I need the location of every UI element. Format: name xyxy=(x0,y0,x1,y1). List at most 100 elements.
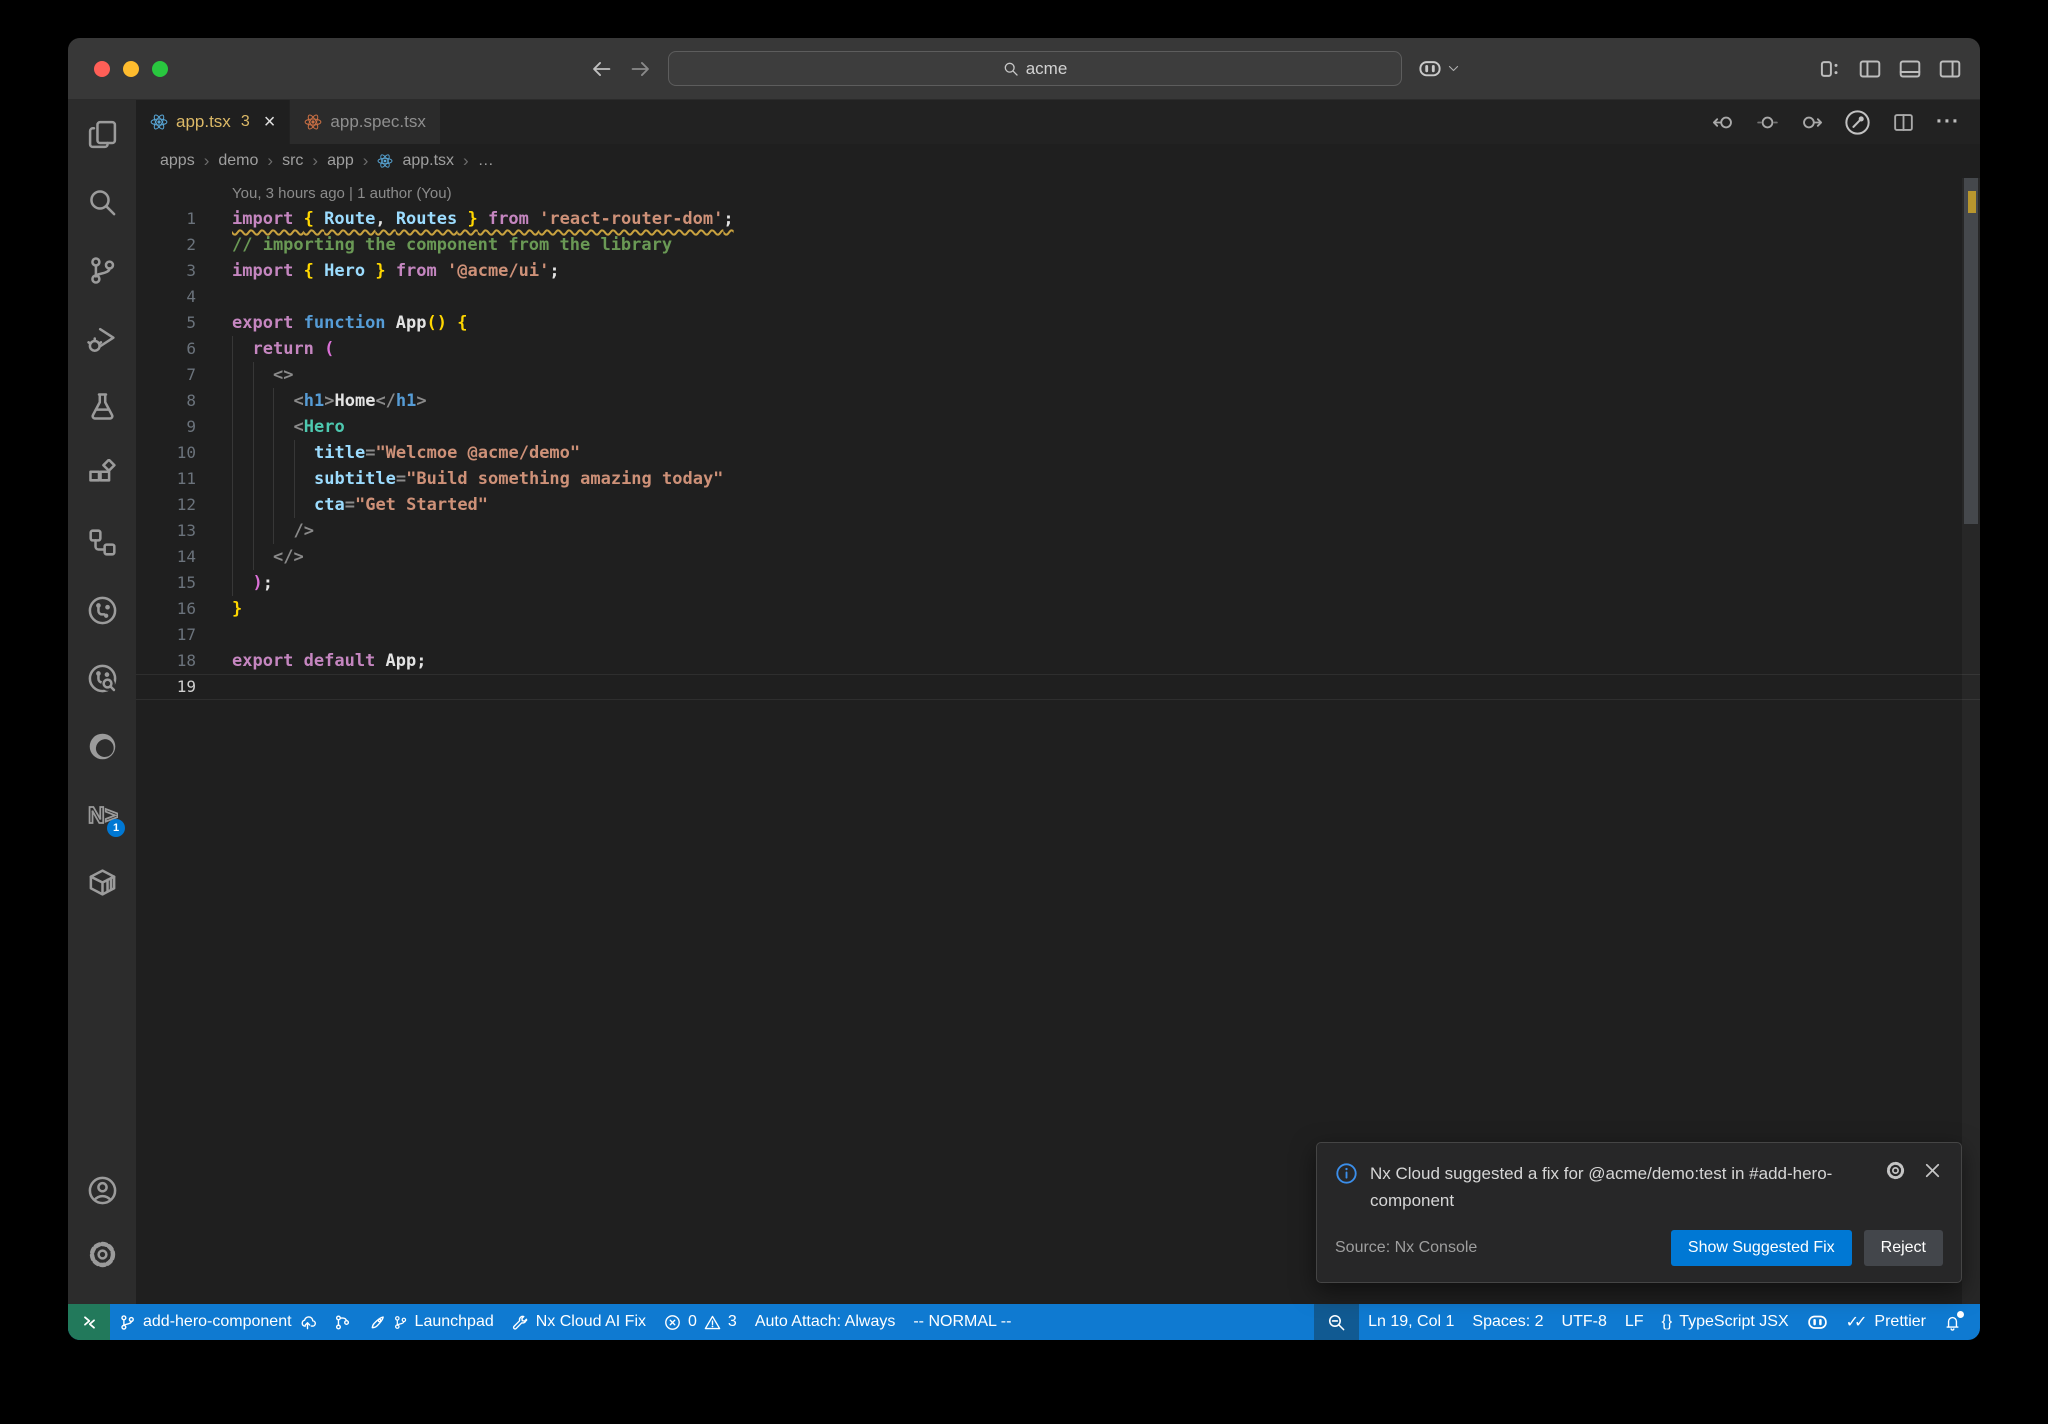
tab-app-tsx[interactable]: app.tsx 3 × xyxy=(136,100,290,144)
gear-icon[interactable] xyxy=(1885,1160,1906,1181)
activity-extensions[interactable] xyxy=(68,440,136,508)
line-number: 8 xyxy=(186,391,196,410)
tab-title: app.tsx xyxy=(176,112,231,131)
forward-arrow-icon[interactable] xyxy=(629,57,652,80)
run-target-icon[interactable] xyxy=(1844,109,1871,136)
settings-button[interactable] xyxy=(68,1222,136,1286)
package-icon xyxy=(87,867,118,898)
vim-mode-status-item[interactable]: -- NORMAL -- xyxy=(904,1304,1020,1340)
close-icon[interactable] xyxy=(1922,1160,1943,1181)
vim-mode-label: -- NORMAL -- xyxy=(913,1313,1012,1330)
more-actions-icon[interactable]: ··· xyxy=(1936,110,1960,134)
split-editor-icon[interactable] xyxy=(1892,111,1915,134)
encoding-status-item[interactable]: UTF-8 xyxy=(1553,1304,1616,1340)
code-line[interactable]: 19 xyxy=(136,674,1980,700)
previous-change-icon[interactable] xyxy=(1712,111,1735,134)
command-center-search[interactable]: acme xyxy=(668,51,1402,86)
activity-run-debug[interactable] xyxy=(68,304,136,372)
toggle-primary-sidebar-icon[interactable] xyxy=(1858,57,1882,81)
code-line[interactable]: 18 export default App; xyxy=(136,648,1980,674)
notifications-status-item[interactable] xyxy=(1935,1304,1970,1340)
files-icon xyxy=(87,119,118,150)
code-line[interactable]: 6 return ( xyxy=(136,336,1980,362)
tab-app-spec-tsx[interactable]: app.spec.tsx xyxy=(290,100,440,144)
next-change-icon[interactable] xyxy=(1800,111,1823,134)
code-editor[interactable]: You, 3 hours ago | 1 author (You) 1 impor… xyxy=(136,178,1980,1304)
code-line[interactable]: 2// importing the component from the lib… xyxy=(136,232,1980,258)
close-window-button[interactable] xyxy=(94,60,110,77)
launchpad-status-item[interactable]: Launchpad xyxy=(360,1304,503,1340)
remote-indicator[interactable] xyxy=(68,1304,110,1340)
copilot-menu[interactable] xyxy=(1418,57,1460,81)
code-line[interactable]: 17 xyxy=(136,622,1980,648)
reject-button[interactable]: Reject xyxy=(1863,1230,1943,1266)
breadcrumb-item[interactable]: src xyxy=(282,152,303,170)
code-line[interactable]: 12 cta = "Get Started" xyxy=(136,492,1980,518)
customize-layout-icon[interactable] xyxy=(1818,57,1842,81)
cursor-position-status-item[interactable]: Ln 19, Col 1 xyxy=(1359,1304,1463,1340)
tab-bar: app.tsx 3 × app.spec.tsx ··· xyxy=(136,100,1980,144)
code-line[interactable]: 13/> xyxy=(136,518,1980,544)
code-line[interactable]: 10 title = "Welcmoe @acme/demo" xyxy=(136,440,1980,466)
activity-edge-devtools[interactable] xyxy=(68,712,136,780)
commit-graph-icon xyxy=(334,1314,351,1331)
code-line[interactable]: 16} xyxy=(136,596,1980,622)
search-value: acme xyxy=(1025,58,1068,78)
activity-project-hierarchy[interactable] xyxy=(68,508,136,576)
breadcrumb-item[interactable]: apps xyxy=(160,152,195,170)
code-line[interactable]: 9 < Hero xyxy=(136,414,1980,440)
double-check-icon: ✓✓ xyxy=(1845,1314,1868,1331)
change-icon[interactable] xyxy=(1756,111,1779,134)
toggle-panel-icon[interactable] xyxy=(1898,57,1922,81)
prettier-status-item[interactable]: ✓✓ Prettier xyxy=(1837,1304,1935,1340)
breadcrumb-item[interactable]: … xyxy=(478,152,494,170)
show-suggested-fix-button[interactable]: Show Suggested Fix xyxy=(1670,1230,1852,1266)
activity-nx-project-graph[interactable] xyxy=(68,576,136,644)
activity-package-explorer[interactable] xyxy=(68,848,136,916)
language-label: TypeScript JSX xyxy=(1679,1313,1789,1330)
line-number: 16 xyxy=(176,599,196,618)
code-line[interactable]: 1 import { Route, Routes } from 'react-ro… xyxy=(136,206,1980,232)
breadcrumb-item[interactable]: app xyxy=(327,152,354,170)
scrollbar-thumb[interactable] xyxy=(1964,178,1978,524)
code-line[interactable]: 5 export function App() { xyxy=(136,310,1980,336)
copilot-status-item[interactable] xyxy=(1798,1304,1837,1340)
activity-explorer[interactable] xyxy=(68,100,136,168)
back-arrow-icon[interactable] xyxy=(590,57,613,80)
breadcrumb-item[interactable]: app.tsx xyxy=(402,152,454,170)
indentation-status-item[interactable]: Spaces: 2 xyxy=(1463,1304,1552,1340)
code-line[interactable]: 14 </> xyxy=(136,544,1980,570)
activity-search[interactable] xyxy=(68,168,136,236)
code-line[interactable]: 7 <> xyxy=(136,362,1980,388)
activity-nx-graph-search[interactable] xyxy=(68,644,136,712)
activity-nx-console[interactable]: N> 1 xyxy=(68,780,136,848)
fullscreen-window-button[interactable] xyxy=(152,60,168,77)
language-status-item[interactable]: {} TypeScript JSX xyxy=(1653,1304,1798,1340)
nx-console-badge: 1 xyxy=(107,819,125,837)
zoom-out-icon xyxy=(1327,1313,1346,1332)
code-line[interactable]: 11 subtitle = "Build something amazing toda… xyxy=(136,466,1980,492)
editor-scrollbar[interactable] xyxy=(1962,178,1980,1304)
accounts-button[interactable] xyxy=(68,1158,136,1222)
code-line[interactable]: 4 xyxy=(136,284,1980,310)
close-icon[interactable]: × xyxy=(264,112,276,132)
branch-status-item[interactable]: add-hero-component xyxy=(110,1304,325,1340)
activity-source-control[interactable] xyxy=(68,236,136,304)
code-line[interactable]: 15); xyxy=(136,570,1980,596)
toggle-secondary-sidebar-icon[interactable] xyxy=(1938,57,1962,81)
hierarchy-icon xyxy=(87,527,118,558)
code-line[interactable]: 8 < h1 > Home </h1 > xyxy=(136,388,1980,414)
auto-attach-status-item[interactable]: Auto Attach: Always xyxy=(746,1304,905,1340)
breadcrumb-separator: › xyxy=(267,151,274,170)
breadcrumb-item[interactable]: demo xyxy=(218,152,258,170)
commit-graph-status-item[interactable] xyxy=(325,1304,360,1340)
line-number: 9 xyxy=(186,417,196,436)
minimize-window-button[interactable] xyxy=(123,60,139,77)
code-line[interactable]: 3 import { Hero } from '@acme/ui'; xyxy=(136,258,1980,284)
eol-status-item[interactable]: LF xyxy=(1616,1304,1653,1340)
problems-status-item[interactable]: 0 3 xyxy=(655,1304,746,1340)
publish-icon xyxy=(299,1314,316,1331)
activity-testing[interactable] xyxy=(68,372,136,440)
zoom-status-item[interactable] xyxy=(1314,1304,1360,1340)
nx-cloud-fix-status-item[interactable]: Nx Cloud AI Fix xyxy=(503,1304,655,1340)
